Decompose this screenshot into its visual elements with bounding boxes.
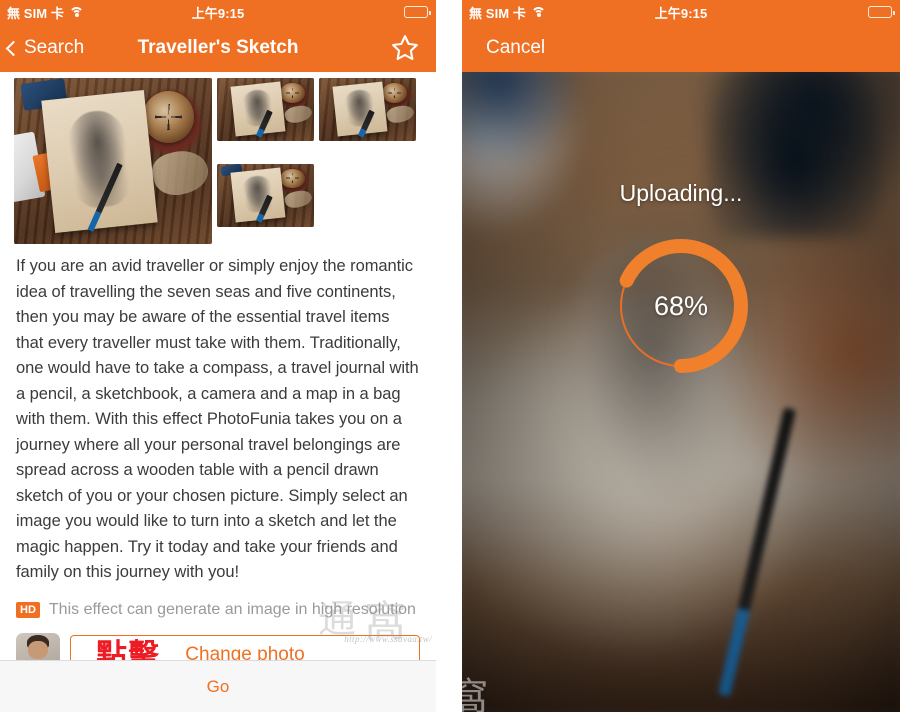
upload-status-label: Uploading... bbox=[619, 180, 743, 206]
blurred-photo-background: 窩 http://www.ssavaa.tw/ bbox=[462, 72, 900, 712]
battery-icon bbox=[868, 6, 895, 18]
back-button-label: Search bbox=[24, 37, 85, 58]
effect-description: If you are an avid traveller or simply e… bbox=[16, 257, 419, 581]
preview-gallery bbox=[0, 72, 436, 244]
right-phone-screen: 無 SIM 卡 上午9:15 Cancel 窩 http://www.ssava… bbox=[462, 0, 900, 712]
upload-progress-ring: 68% bbox=[606, 231, 756, 381]
battery-icon bbox=[404, 6, 431, 18]
nav-bar-left: Search Traveller's Sketch bbox=[0, 24, 436, 72]
star-outline-icon[interactable] bbox=[390, 33, 420, 63]
status-bar-right: 無 SIM 卡 上午9:15 bbox=[462, 0, 900, 24]
hd-notice: HD This effect can generate an image in … bbox=[0, 586, 436, 621]
sketch-preview-2[interactable] bbox=[319, 78, 416, 141]
go-button[interactable]: Go bbox=[207, 677, 230, 697]
clock-label: 上午9:15 bbox=[654, 5, 708, 21]
chevron-left-icon bbox=[5, 40, 22, 56]
screenshot-root: 無 SIM 卡 上午9:15 Search Traveller's Sketch bbox=[0, 0, 900, 712]
back-button[interactable]: Search bbox=[0, 37, 84, 59]
status-bar-left: 無 SIM 卡 上午9:15 bbox=[0, 0, 436, 24]
cancel-button[interactable]: Cancel bbox=[462, 37, 545, 59]
progress-percent-label: 68% bbox=[653, 290, 709, 321]
watermark-url: http://www.ssavaa.tw/ bbox=[344, 634, 432, 644]
sketch-preview-1[interactable] bbox=[217, 78, 314, 141]
hd-notice-text: This effect can generate an image in hig… bbox=[48, 600, 416, 618]
upload-overlay: Uploading... 68% bbox=[462, 180, 900, 381]
clock-label: 上午9:15 bbox=[191, 5, 245, 21]
hd-badge: HD bbox=[16, 601, 40, 618]
bottom-toolbar: Go bbox=[0, 660, 436, 712]
sketch-preview-3[interactable] bbox=[217, 163, 314, 227]
gallery-side-column bbox=[217, 78, 417, 244]
left-phone-screen: 無 SIM 卡 上午9:15 Search Traveller's Sketch bbox=[0, 0, 436, 712]
nav-bar-right: Cancel bbox=[462, 24, 900, 72]
panel-divider bbox=[436, 0, 462, 712]
gallery-main-column bbox=[14, 78, 212, 244]
sketch-preview-large[interactable] bbox=[14, 78, 212, 244]
